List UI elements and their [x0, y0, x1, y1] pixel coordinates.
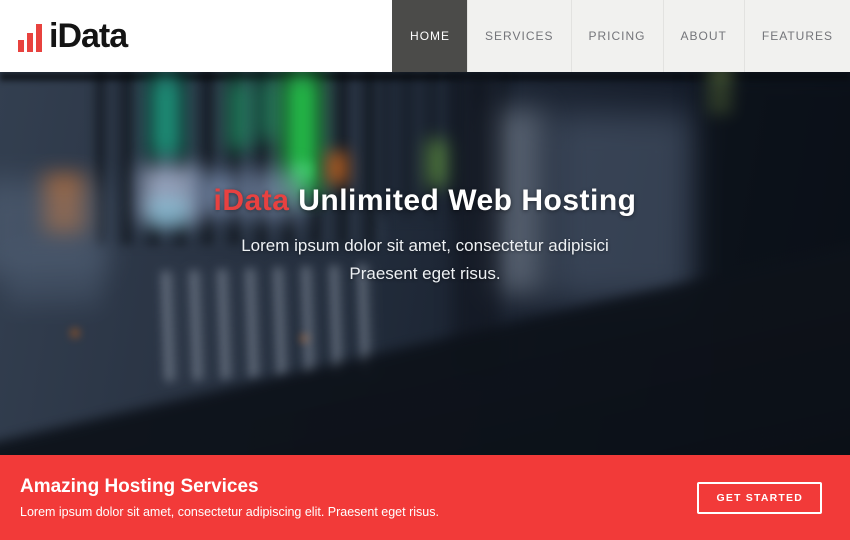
nav-item-pricing[interactable]: PRICING [571, 0, 663, 72]
bar-chart-icon [18, 24, 42, 52]
hero-title-highlight: iData [214, 184, 290, 217]
hero-subtitle-line2: Praesent eget risus. [0, 260, 850, 288]
hero-title: iData Unlimited Web Hosting [0, 184, 850, 218]
nav-item-about[interactable]: ABOUT [663, 0, 744, 72]
hero-title-rest: Unlimited Web Hosting [289, 184, 636, 217]
hero-section: iData Unlimited Web Hosting Lorem ipsum … [0, 72, 850, 455]
nav-item-features[interactable]: FEATURES [744, 0, 850, 72]
hero-subtitle: Lorem ipsum dolor sit amet, consectetur … [0, 232, 850, 288]
brand-name: iData [49, 19, 127, 53]
hero-subtitle-line1: Lorem ipsum dolor sit amet, consectetur … [0, 232, 850, 260]
cta-banner-heading: Amazing Hosting Services [20, 476, 697, 498]
get-started-button[interactable]: GET STARTED [697, 482, 822, 514]
site-header: iData HOME SERVICES PRICING ABOUT FEATUR… [0, 0, 850, 72]
brand-logo[interactable]: iData [0, 0, 127, 72]
hero-content: iData Unlimited Web Hosting Lorem ipsum … [0, 72, 850, 288]
nav-item-home[interactable]: HOME [392, 0, 467, 72]
cta-banner-text: Lorem ipsum dolor sit amet, consectetur … [20, 505, 697, 519]
cta-banner-content: Amazing Hosting Services Lorem ipsum dol… [20, 476, 697, 519]
cta-banner: Amazing Hosting Services Lorem ipsum dol… [0, 455, 850, 540]
main-nav: HOME SERVICES PRICING ABOUT FEATURES [392, 0, 850, 72]
nav-item-services[interactable]: SERVICES [467, 0, 570, 72]
